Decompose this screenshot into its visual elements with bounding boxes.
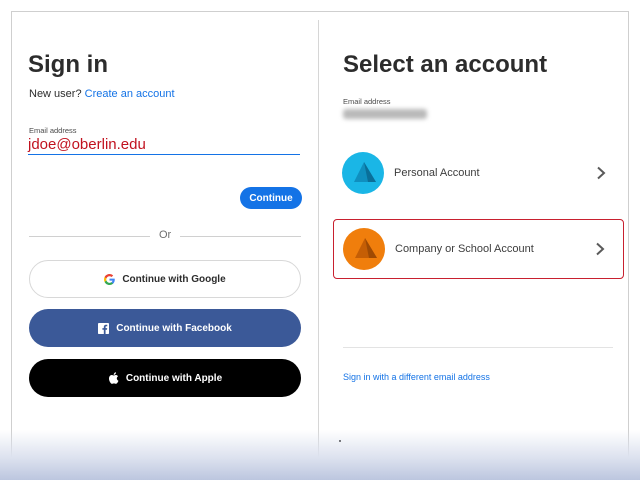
facebook-button-label: Continue with Facebook [116,322,232,334]
apple-button-label: Continue with Apple [125,372,223,384]
new-user-prefix: New user? [29,88,82,100]
panel-divider [318,20,319,460]
create-account-link[interactable]: Create an account [85,88,175,100]
facebook-icon [98,322,110,334]
continue-with-apple-button[interactable]: Continue with Apple [29,359,301,397]
personal-account-option[interactable]: Personal Account [333,143,624,203]
separator [343,347,613,348]
personal-account-label: Personal Account [394,167,480,179]
continue-with-facebook-button[interactable]: Continue with Facebook [29,309,301,347]
continue-button[interactable]: Continue [240,187,302,209]
company-account-label: Company or School Account [395,243,534,255]
email-label: Email address [29,126,77,135]
chevron-right-icon [595,242,605,256]
page-title: Sign in [28,51,108,78]
company-school-account-option[interactable]: Company or School Account [333,219,624,279]
or-divider-left [29,236,150,237]
email-field[interactable]: jdoe@oberlin.edu [28,136,300,155]
google-icon [104,273,116,285]
masked-email-value [343,109,427,119]
different-email-link[interactable]: Sign in with a different email address [343,372,490,382]
continue-with-google-button[interactable]: Continue with Google [29,260,301,298]
or-text: Or [159,229,172,241]
or-divider-right [180,236,301,237]
account-email-label: Email address [343,97,391,106]
apple-icon [108,372,119,384]
bottom-gradient [0,430,640,480]
new-user-text: New user? Create an account [29,88,175,100]
chevron-right-icon [596,166,606,180]
company-account-icon [343,228,385,270]
google-button-label: Continue with Google [122,273,226,285]
select-account-title: Select an account [343,51,548,78]
personal-account-icon [342,152,384,194]
